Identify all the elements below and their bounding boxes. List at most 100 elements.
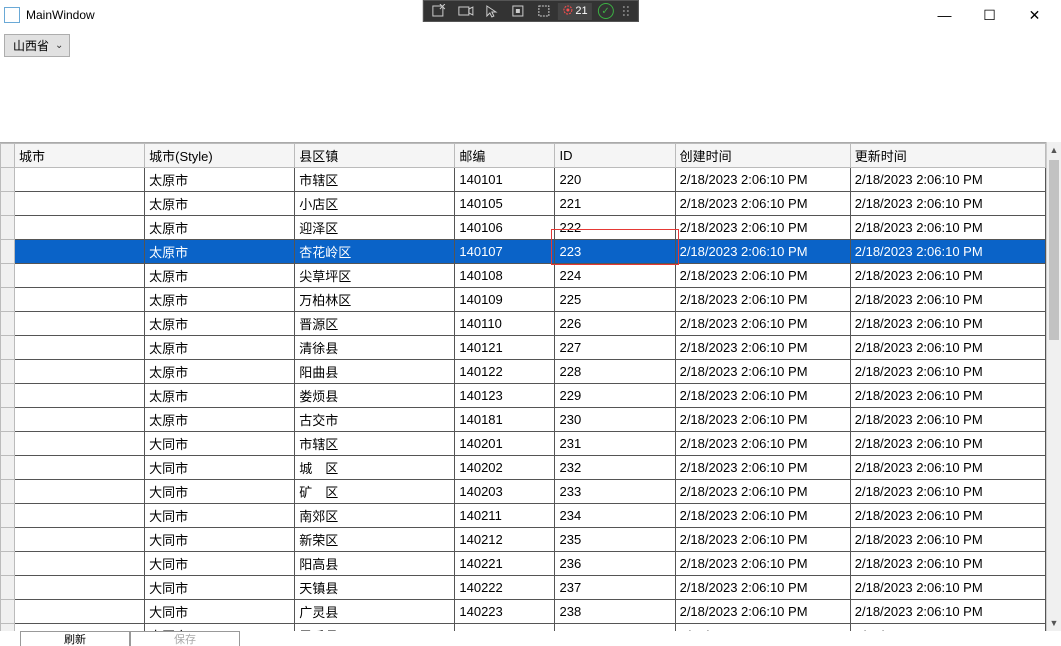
cell-zip[interactable]: 140105 [455,192,555,216]
cell-updated[interactable]: 2/18/2023 2:06:10 PM [850,552,1045,576]
camera-icon[interactable] [453,1,477,21]
province-combo[interactable]: 山西省 ⌄ [4,34,70,57]
table-row[interactable]: 大同市广灵县1402232382/18/2023 2:06:10 PM2/18/… [1,600,1046,624]
cell-county[interactable]: 迎泽区 [295,216,455,240]
cell-city-style[interactable]: 太原市 [145,312,295,336]
cell-city[interactable] [15,336,145,360]
row-header[interactable] [1,360,15,384]
cell-created[interactable]: 2/18/2023 2:06:10 PM [675,168,850,192]
row-header[interactable] [1,432,15,456]
cell-city-style[interactable]: 大同市 [145,552,295,576]
cell-updated[interactable]: 2/18/2023 2:06:10 PM [850,216,1045,240]
cell-county[interactable]: 娄烦县 [295,384,455,408]
cell-city-style[interactable]: 太原市 [145,216,295,240]
cell-county[interactable]: 矿 区 [295,480,455,504]
cell-zip[interactable]: 140203 [455,480,555,504]
cell-county[interactable]: 南郊区 [295,504,455,528]
cell-city-style[interactable]: 太原市 [145,360,295,384]
table-row[interactable]: 太原市阳曲县1401222282/18/2023 2:06:10 PM2/18/… [1,360,1046,384]
cell-city[interactable] [15,384,145,408]
cell-updated[interactable]: 2/18/2023 2:06:10 PM [850,168,1045,192]
cell-updated[interactable]: 2/18/2023 2:06:10 PM [850,432,1045,456]
row-header[interactable] [1,624,15,632]
cell-created[interactable]: 2/18/2023 2:06:10 PM [675,528,850,552]
cell-id[interactable]: 238 [555,600,675,624]
cell-city-style[interactable]: 大同市 [145,528,295,552]
table-row[interactable]: 大同市阳高县1402212362/18/2023 2:06:10 PM2/18/… [1,552,1046,576]
cell-zip[interactable]: 140224 [455,624,555,632]
cell-updated[interactable]: 2/18/2023 2:06:10 PM [850,336,1045,360]
cell-zip[interactable]: 140109 [455,288,555,312]
row-header[interactable] [1,192,15,216]
cell-county[interactable]: 阳高县 [295,552,455,576]
cell-created[interactable]: 2/18/2023 2:06:10 PM [675,264,850,288]
cell-city-style[interactable]: 大同市 [145,480,295,504]
table-row[interactable]: 太原市晋源区1401102262/18/2023 2:06:10 PM2/18/… [1,312,1046,336]
cell-city-style[interactable]: 大同市 [145,456,295,480]
cell-id[interactable]: 237 [555,576,675,600]
cell-county[interactable]: 市辖区 [295,168,455,192]
cell-city[interactable] [15,504,145,528]
cell-created[interactable]: 2/18/2023 2:06:10 PM [675,432,850,456]
cell-zip[interactable]: 140122 [455,360,555,384]
cell-updated[interactable]: 2/18/2023 2:06:10 PM [850,624,1045,632]
cell-city-style[interactable]: 太原市 [145,384,295,408]
stop-icon[interactable] [505,1,529,21]
row-header[interactable] [1,240,15,264]
header-created[interactable]: 创建时间 [675,144,850,168]
scroll-thumb[interactable] [1049,160,1059,340]
cell-city[interactable] [15,528,145,552]
header-county[interactable]: 县区镇 [295,144,455,168]
cell-county[interactable]: 灵丘县 [295,624,455,632]
cell-zip[interactable]: 140110 [455,312,555,336]
table-row[interactable]: 太原市小店区1401052212/18/2023 2:06:10 PM2/18/… [1,192,1046,216]
cell-zip[interactable]: 140223 [455,600,555,624]
table-row[interactable]: 太原市市辖区1401012202/18/2023 2:06:10 PM2/18/… [1,168,1046,192]
cell-updated[interactable]: 2/18/2023 2:06:10 PM [850,384,1045,408]
tab-refresh[interactable]: 刷新 [20,631,130,646]
cell-county[interactable]: 新荣区 [295,528,455,552]
table-row[interactable]: 大同市灵丘县1402242392/18/2023 2:06:10 PM2/18/… [1,624,1046,632]
row-header[interactable] [1,312,15,336]
row-header[interactable] [1,600,15,624]
cell-created[interactable]: 2/18/2023 2:06:10 PM [675,552,850,576]
cell-updated[interactable]: 2/18/2023 2:06:10 PM [850,408,1045,432]
cell-id[interactable]: 232 [555,456,675,480]
row-header[interactable] [1,456,15,480]
table-row[interactable]: 太原市尖草坪区1401082242/18/2023 2:06:10 PM2/18… [1,264,1046,288]
cell-zip[interactable]: 140202 [455,456,555,480]
cell-updated[interactable]: 2/18/2023 2:06:10 PM [850,264,1045,288]
cell-city-style[interactable]: 大同市 [145,576,295,600]
cell-county[interactable]: 市辖区 [295,432,455,456]
cell-city-style[interactable]: 太原市 [145,264,295,288]
cell-zip[interactable]: 140221 [455,552,555,576]
cell-county[interactable]: 广灵县 [295,600,455,624]
table-row[interactable]: 太原市万柏林区1401092252/18/2023 2:06:10 PM2/18… [1,288,1046,312]
row-header[interactable] [1,288,15,312]
cell-updated[interactable]: 2/18/2023 2:06:10 PM [850,360,1045,384]
cell-updated[interactable]: 2/18/2023 2:06:10 PM [850,576,1045,600]
cell-city-style[interactable]: 太原市 [145,408,295,432]
cell-created[interactable]: 2/18/2023 2:06:10 PM [675,624,850,632]
cell-county[interactable]: 尖草坪区 [295,264,455,288]
cell-city[interactable] [15,600,145,624]
record-dotted-icon[interactable] [531,1,555,21]
cell-city[interactable] [15,456,145,480]
cell-created[interactable]: 2/18/2023 2:06:10 PM [675,360,850,384]
cursor-icon[interactable] [479,1,503,21]
cell-updated[interactable]: 2/18/2023 2:06:10 PM [850,504,1045,528]
cell-created[interactable]: 2/18/2023 2:06:10 PM [675,312,850,336]
cell-county[interactable]: 万柏林区 [295,288,455,312]
cell-updated[interactable]: 2/18/2023 2:06:10 PM [850,192,1045,216]
cell-county[interactable]: 古交市 [295,408,455,432]
cell-created[interactable]: 2/18/2023 2:06:10 PM [675,240,850,264]
scroll-up-arrow-icon[interactable]: ▲ [1047,142,1061,158]
table-row[interactable]: 太原市娄烦县1401232292/18/2023 2:06:10 PM2/18/… [1,384,1046,408]
scroll-down-arrow-icon[interactable]: ▼ [1047,615,1061,631]
cell-created[interactable]: 2/18/2023 2:06:10 PM [675,504,850,528]
cell-zip[interactable]: 140121 [455,336,555,360]
table-row[interactable]: 大同市新荣区1402122352/18/2023 2:06:10 PM2/18/… [1,528,1046,552]
cell-city-style[interactable]: 太原市 [145,336,295,360]
row-header[interactable] [1,480,15,504]
cell-city[interactable] [15,216,145,240]
